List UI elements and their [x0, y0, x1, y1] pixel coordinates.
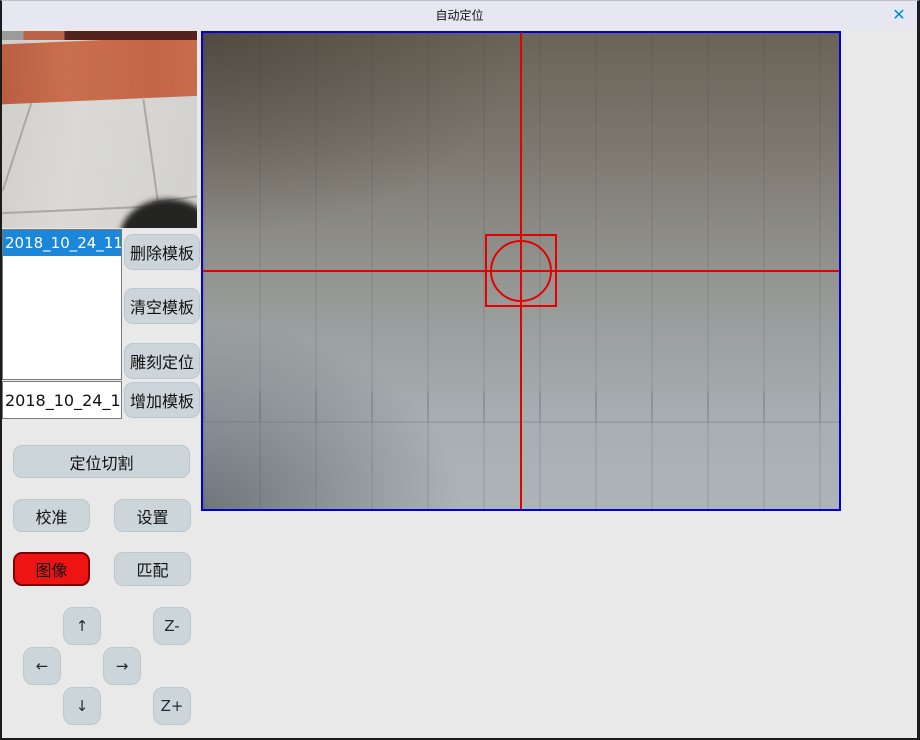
roi-circle — [490, 240, 552, 302]
calibrate-button[interactable]: 校准 — [13, 499, 90, 532]
image-button[interactable]: 图像 — [13, 552, 90, 586]
titlebar: 自动定位 ✕ — [2, 1, 917, 29]
template-name-input[interactable] — [2, 381, 122, 419]
clear-templates-button[interactable]: 清空模板 — [124, 288, 200, 324]
jog-right-button[interactable]: → — [103, 647, 141, 685]
auto-position-window: 自动定位 ✕ 2018_10_24_11 删除模板 清空模板 雕刻定位 增加模板… — [0, 0, 920, 740]
match-button[interactable]: 匹配 — [114, 552, 191, 586]
settings-button[interactable]: 设置 — [114, 499, 191, 532]
engrave-position-button[interactable]: 雕刻定位 — [124, 343, 200, 379]
window-title: 自动定位 — [435, 7, 483, 24]
template-thumbnail-image — [2, 31, 197, 228]
jog-z-plus-button[interactable]: Z+ — [153, 687, 191, 725]
jog-down-button[interactable]: ↓ — [63, 687, 101, 725]
thumbnail-tile-line — [2, 206, 148, 214]
thumbnail-top-strip — [2, 31, 197, 40]
jog-left-button[interactable]: ← — [23, 647, 61, 685]
template-list[interactable]: 2018_10_24_11 — [2, 229, 122, 380]
jog-z-minus-button[interactable]: Z- — [153, 607, 191, 645]
camera-view[interactable] — [201, 31, 841, 511]
position-cut-button[interactable]: 定位切割 — [13, 445, 190, 478]
delete-template-button[interactable]: 删除模板 — [124, 234, 200, 270]
template-list-item[interactable]: 2018_10_24_11 — [3, 230, 121, 256]
close-icon[interactable]: ✕ — [887, 3, 911, 27]
add-template-button[interactable]: 增加模板 — [124, 382, 200, 418]
thumbnail-tile-line — [142, 99, 159, 206]
thumbnail-tile-line — [2, 103, 32, 191]
thumbnail-dark-object — [120, 199, 197, 228]
jog-up-button[interactable]: ↑ — [63, 607, 101, 645]
thumbnail-orange-beam — [2, 35, 197, 104]
